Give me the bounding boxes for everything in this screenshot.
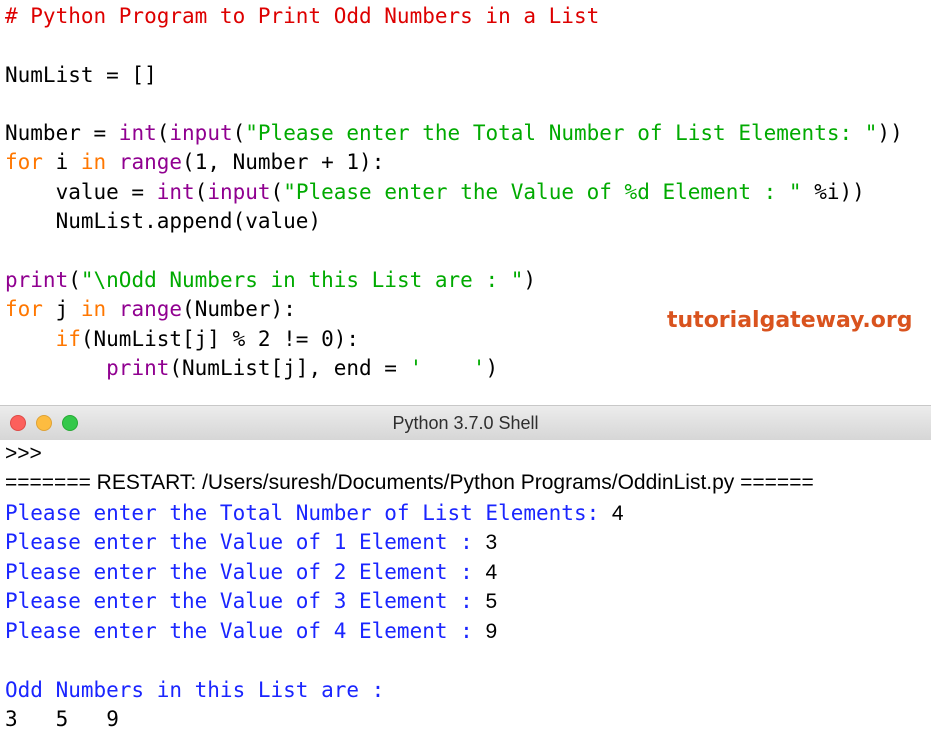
code-token: (NumList[j] % 2 != 0): [81, 327, 359, 351]
code-token-builtin: range [119, 297, 182, 321]
code-line-numlist: NumList = [] [5, 60, 157, 90]
code-token [106, 150, 119, 174]
code-token-string: "\nOdd Numbers in this List are : " [81, 268, 524, 292]
code-line-for-j: for j in range(Number): [5, 294, 296, 324]
code-token-keyword: for [5, 150, 43, 174]
shell-input-line: Please enter the Value of 3 Element : 5 [5, 586, 497, 616]
code-editor[interactable]: # Python Program to Print Odd Numbers in… [0, 0, 931, 405]
shell-restart-line: ======= RESTART: /Users/suresh/Documents… [5, 468, 814, 498]
code-token: (1, Number + 1): [182, 150, 384, 174]
code-line-comment: # Python Program to Print Odd Numbers in… [5, 1, 599, 31]
code-token: )) [877, 121, 902, 145]
code-token: ( [195, 180, 208, 204]
shell-input-value: 3 [485, 531, 497, 554]
code-token-builtin: range [119, 150, 182, 174]
code-token: i [43, 150, 81, 174]
shell-input-value: 9 [485, 620, 497, 643]
code-token-builtin: print [106, 356, 169, 380]
code-token-keyword: for [5, 297, 43, 321]
code-token-builtin: input [207, 180, 270, 204]
code-token-string: "Please enter the Value of %d Element : … [283, 180, 801, 204]
code-token: ) [485, 356, 498, 380]
code-token: (NumList[j], end = [169, 356, 409, 380]
shell-input-line: Please enter the Value of 1 Element : 3 [5, 527, 497, 557]
shell-prompt-text: Please enter the Value of 3 Element : [5, 589, 485, 613]
code-token-string: "Please enter the Total Number of List E… [245, 121, 877, 145]
shell-result-values: 3 5 9 [5, 704, 119, 733]
code-token-keyword: if [56, 327, 81, 351]
code-token-builtin: print [5, 268, 68, 292]
shell-prompt-text: Please enter the Total Number of List El… [5, 501, 612, 525]
code-token [106, 297, 119, 321]
code-token: j [43, 297, 81, 321]
code-token: ( [157, 121, 170, 145]
shell-input-line: Please enter the Value of 2 Element : 4 [5, 557, 497, 587]
code-token [5, 327, 56, 351]
code-token: (Number): [182, 297, 296, 321]
code-token: Number = [5, 121, 119, 145]
code-line-for-i: for i in range(1, Number + 1): [5, 147, 384, 177]
code-token: ( [233, 121, 246, 145]
shell-prompt: >>> [5, 440, 42, 469]
code-line-value-input: value = int(input("Please enter the Valu… [5, 177, 865, 207]
result-value: 5 [56, 707, 69, 731]
shell-title-bar[interactable]: Python 3.7.0 Shell [0, 405, 931, 441]
watermark-logo: tutorialgateway.org [667, 308, 913, 333]
shell-result-header: Odd Numbers in this List are : [5, 675, 384, 705]
code-token: %i)) [802, 180, 865, 204]
shell-prompt-text: Please enter the Value of 2 Element : [5, 560, 485, 584]
window-title: Python 3.7.0 Shell [0, 406, 931, 440]
code-token-builtin: int [157, 180, 195, 204]
code-token-string: ' ' [410, 356, 486, 380]
shell-input-value: 5 [485, 590, 497, 613]
code-token: value = [5, 180, 157, 204]
code-line-print-header: print("\nOdd Numbers in this List are : … [5, 265, 536, 295]
code-token: ( [68, 268, 81, 292]
code-line-append: NumList.append(value) [5, 206, 321, 236]
shell-input-value: 4 [485, 561, 497, 584]
code-token: ( [271, 180, 284, 204]
shell-output[interactable]: >>> ======= RESTART: /Users/suresh/Docum… [0, 440, 931, 733]
shell-input-line: Please enter the Total Number of List El… [5, 498, 624, 528]
result-value: 9 [106, 707, 119, 731]
code-line-number-input: Number = int(input("Please enter the Tot… [5, 118, 903, 148]
shell-prompt-text: Please enter the Value of 1 Element : [5, 530, 485, 554]
code-token-keyword: in [81, 150, 106, 174]
shell-input-line: Please enter the Value of 4 Element : 9 [5, 616, 497, 646]
code-token-builtin: input [169, 121, 232, 145]
code-token-keyword: in [81, 297, 106, 321]
code-line-if: if(NumList[j] % 2 != 0): [5, 324, 359, 354]
result-value: 3 [5, 707, 18, 731]
shell-input-value: 4 [612, 502, 624, 525]
shell-prompt-text: Please enter the Value of 4 Element : [5, 619, 485, 643]
code-line-print-item: print(NumList[j], end = ' ') [5, 353, 498, 383]
code-token-builtin: int [119, 121, 157, 145]
code-token [5, 356, 106, 380]
code-token: ) [523, 268, 536, 292]
